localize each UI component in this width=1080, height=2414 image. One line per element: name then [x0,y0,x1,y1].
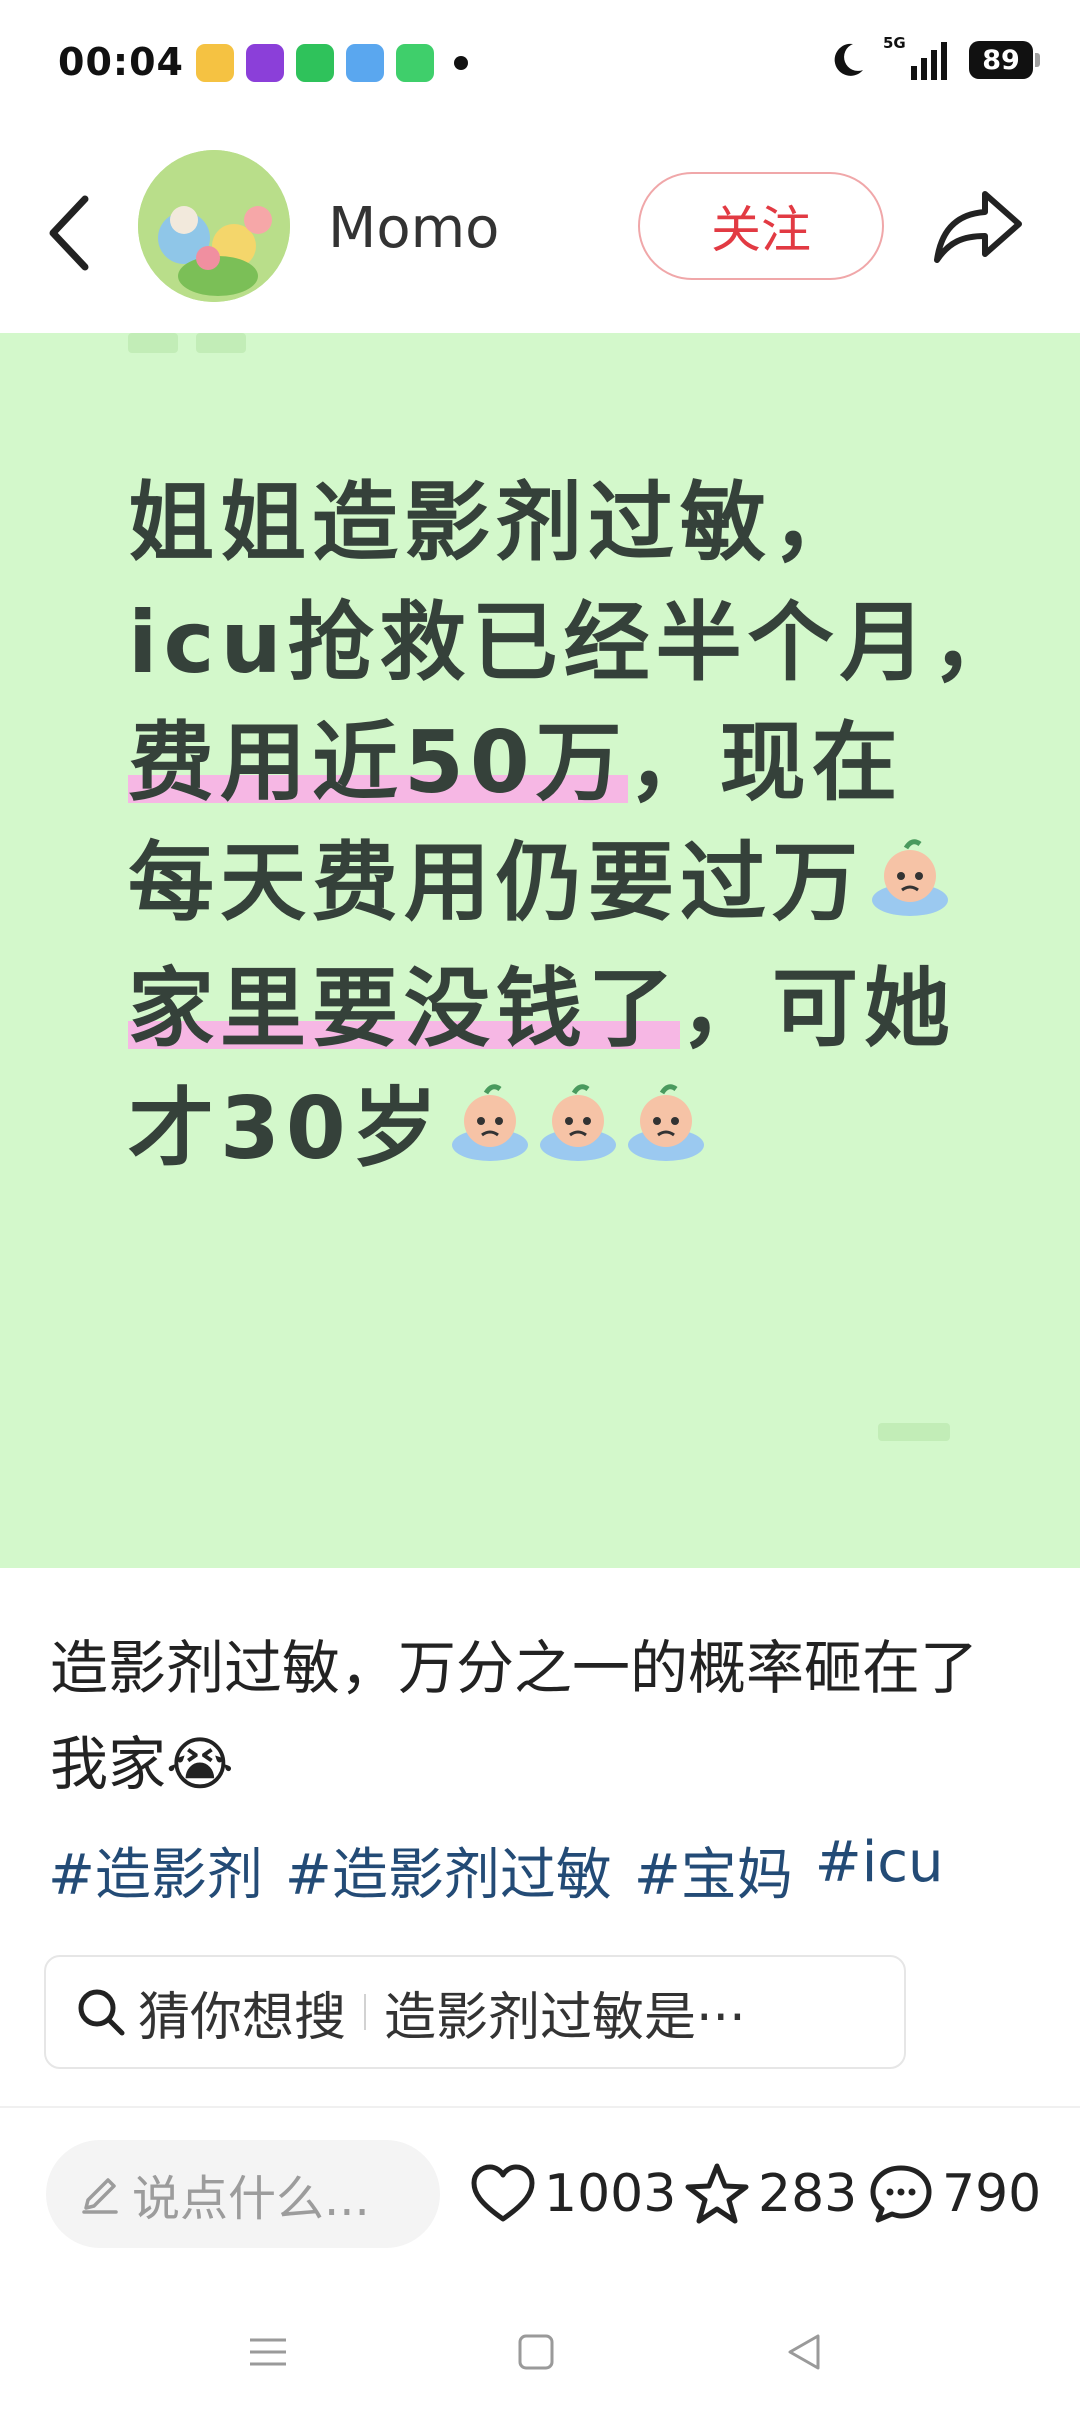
follow-button[interactable]: 关注 [638,172,884,280]
post-header: Momo 关注 [0,128,1080,333]
post-caption: 造影剂过敏，万分之一的概率砸在了我家😭 [50,1634,979,1798]
wechat-icon [296,44,334,82]
like-button[interactable]: 1003 [470,2152,676,2236]
avatar[interactable] [138,150,290,302]
hashtag-link[interactable]: #宝妈 [634,1830,793,1911]
post-text-line: 姐姐造影剂过敏， [128,473,864,573]
chevron-left-icon [49,195,89,271]
highlighted-text: 家里要没钱了 [128,958,680,1059]
square-icon [518,2334,554,2370]
collect-count: 283 [758,2164,858,2224]
star-icon [685,2163,749,2224]
crying-sticker-icon [448,1074,532,1194]
video-app-icon [246,44,284,82]
hashtag-link[interactable]: #icu [815,1830,944,1911]
search-suggestion-card[interactable]: 猜你想搜 造影剂过敏是··· [44,1955,906,2069]
battery-level: 89 [969,41,1033,79]
comment-placeholder: 说点什么... [132,2171,370,2227]
comment-input[interactable]: 说点什么... [46,2140,440,2248]
tape-decoration [878,1423,950,1441]
battery-icon: 89 [969,41,1040,79]
comment-bubble-icon [870,2165,932,2223]
menu-icon [250,2338,286,2366]
search-suggestion-query: 造影剂过敏是··· [384,1987,746,2048]
comment-count: 790 [942,2164,1042,2224]
search-suggestion-prefix: 猜你想搜 [138,1987,347,2048]
divider [364,1994,367,2030]
crying-sticker-icon [868,829,952,949]
post-text-line: 费用近50万，现在 [128,703,988,823]
heart-icon [471,2164,535,2222]
comment-button[interactable]: 790 [868,2152,1041,2236]
post-image-text: 姐姐造影剂过敏， icu抢救已经半个月， 费用近50万，现在 每天费用仍要过万 … [128,463,1024,1195]
weibo-icon [196,44,234,82]
weather-icon [346,44,384,82]
pen-icon [82,2178,118,2214]
crying-sticker-icon [536,1074,620,1194]
post-text-line: 才30岁 [128,1069,988,1195]
status-time: 00:04 [58,40,184,84]
signal-icon: 5G [883,34,953,82]
post-text-fragment: ，可她 [680,958,956,1059]
collect-button[interactable]: 283 [684,2152,857,2236]
system-back-button[interactable] [774,2322,834,2382]
back-button[interactable] [38,188,98,278]
status-indicators: 5G 89 [827,34,1040,82]
tape-decoration [128,333,178,353]
notification-app-icons [196,44,468,82]
tape-decoration [196,333,246,353]
post-text-line: 家里要没钱了，可她 [128,949,988,1069]
post-text-line: 每天费用仍要过万 [128,823,988,949]
author-username[interactable]: Momo [328,196,499,261]
share-button[interactable] [924,176,1034,276]
post-text-fragment: ，现在 [627,713,904,813]
more-notifications-dot [454,56,468,70]
search-icon [78,1989,125,2036]
hashtag-link[interactable]: #造影剂过敏 [285,1830,612,1911]
triangle-back-icon [788,2334,820,2370]
like-count: 1003 [544,2164,677,2224]
system-navigation-bar [0,2290,1080,2414]
moon-icon [834,43,863,76]
status-bar: 00:04 5G 89 [0,0,1080,128]
divider [0,2106,1080,2108]
hashtag-link[interactable]: #造影剂 [48,1830,263,1911]
share-arrow-icon [934,191,1022,263]
message-icon [396,44,434,82]
highlighted-text: 费用近50万 [128,713,628,813]
crying-sticker-icon [624,1074,708,1194]
post-text-line: icu抢救已经半个月， [128,593,1024,693]
hashtag-list: #造影剂 #造影剂过敏 #宝妈 #icu [48,1830,944,1911]
post-image[interactable]: 姐姐造影剂过敏， icu抢救已经半个月， 费用近50万，现在 每天费用仍要过万 … [0,333,1080,1568]
recent-apps-button[interactable] [238,2322,298,2382]
home-button[interactable] [506,2322,566,2382]
